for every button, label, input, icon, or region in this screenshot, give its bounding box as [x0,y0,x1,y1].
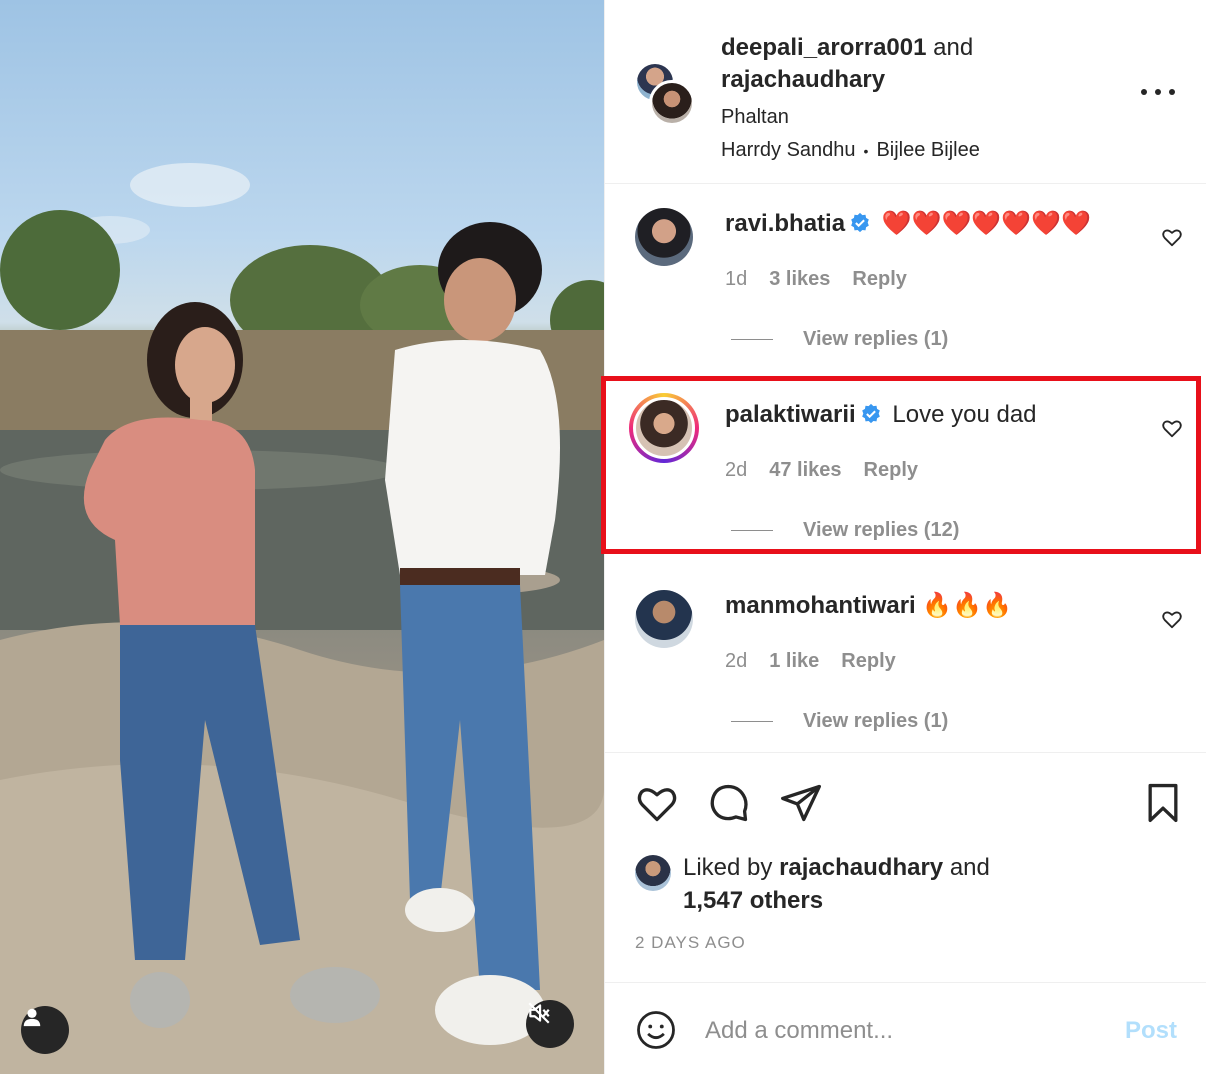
comment-input[interactable] [705,1011,1105,1051]
reply-button[interactable]: Reply [852,268,906,291]
avatar[interactable] [635,855,671,891]
reel-video[interactable] [0,0,604,1074]
owner-username-link[interactable]: rajachaudhary [721,66,885,93]
tagged-users-button[interactable] [21,1006,69,1054]
liked-by-summary: Liked by rajachaudhary and 1,547 others [635,851,990,917]
comment-text: 🔥🔥🔥 [922,592,1013,619]
more-options-button[interactable] [1141,78,1175,106]
divider [731,530,773,531]
divider [731,339,773,340]
comment-username[interactable]: manmohantiwari [725,592,916,619]
more-dot [1141,89,1147,95]
comment-time[interactable]: 1d [725,268,747,291]
heart-icon[interactable] [1161,417,1183,439]
comment-item: ravi.bhatia ❤️❤️❤️❤️❤️❤️❤️ 1d 3 likes Re… [605,190,1206,380]
location-link[interactable]: Phaltan [721,106,1121,129]
avatar[interactable] [635,590,693,648]
post-side-panel: deepali_arorra001 and rajachaudhary Phal… [601,0,1206,1074]
emoji-icon[interactable] [635,1009,677,1051]
comment-meta: 2d 1 like Reply [725,650,896,673]
comment-likes[interactable]: 47 likes [769,459,841,482]
audio-info: Harrdy Sandhu • Bijlee Bijlee [721,139,1121,162]
reply-button[interactable]: Reply [841,650,895,673]
comment-likes[interactable]: 3 likes [769,268,830,291]
verified-badge-icon [851,212,869,233]
more-dot [1155,89,1161,95]
comment-body: ravi.bhatia ❤️❤️❤️❤️❤️❤️❤️ [725,208,1145,240]
audio-artist-link[interactable]: Harrdy Sandhu [721,139,856,162]
view-replies-label: View replies (1) [803,710,949,732]
liked-by-prefix: Liked by [683,854,773,881]
collab-avatars[interactable] [635,62,699,126]
verified-badge-icon [861,403,880,424]
view-replies-button[interactable]: View replies (12) [731,519,959,542]
view-replies-label: View replies (1) [803,328,949,350]
view-replies-label: View replies (12) [803,519,960,541]
comment-meta: 2d 47 likes Reply [725,459,918,482]
comment-item: palaktiwarii Love you dad 2d 47 likes Re… [605,381,1206,571]
avatar[interactable] [635,208,693,266]
person-icon [23,1008,41,1027]
post-owner-info: deepali_arorra001 and rajachaudhary Phal… [721,32,1121,162]
liked-by-and: and [949,854,990,881]
reply-button[interactable]: Reply [864,459,918,482]
heart-icon[interactable] [1161,226,1183,248]
more-dot [1169,89,1175,95]
comment-meta: 1d 3 likes Reply [725,268,907,291]
comment-text: Love you dad [892,401,1037,428]
comment-likes[interactable]: 1 like [769,650,819,673]
save-bookmark-icon[interactable] [1141,781,1185,825]
comment-text: ❤️❤️❤️❤️❤️❤️❤️ [881,210,1091,237]
heart-icon[interactable] [1161,608,1183,630]
avatar[interactable] [649,80,695,126]
view-replies-button[interactable]: View replies (1) [731,328,948,351]
post-timestamp[interactable]: 2 DAYS AGO [635,933,746,953]
story-avatar[interactable] [629,393,699,463]
comment-username[interactable]: ravi.bhatia [725,210,845,237]
liked-by-user-link[interactable]: rajachaudhary [779,854,943,881]
comment-username[interactable]: palaktiwarii [725,401,856,428]
mute-button[interactable] [526,1000,574,1048]
share-paper-plane-icon[interactable] [779,781,823,825]
speaker-muted-icon [528,1002,550,1024]
comment-time[interactable]: 2d [725,459,747,482]
comment-item: manmohantiwari 🔥🔥🔥 2d 1 like Reply View … [605,572,1206,762]
like-heart-icon[interactable] [635,781,679,825]
post-comment-button[interactable]: Post [1125,1017,1177,1045]
divider [731,721,773,722]
owner-username-link[interactable]: deepali_arorra001 [721,34,926,61]
comment-bubble-icon[interactable] [707,781,751,825]
post-owners: deepali_arorra001 and rajachaudhary [721,32,1121,96]
comment-body: palaktiwarii Love you dad [725,399,1145,431]
likes-count-link[interactable]: 1,547 others [683,887,823,914]
avatar [633,397,695,459]
audio-track-link[interactable]: Bijlee Bijlee [876,139,979,162]
comment-body: manmohantiwari 🔥🔥🔥 [725,590,1145,622]
comment-time[interactable]: 2d [725,650,747,673]
post-header: deepali_arorra001 and rajachaudhary Phal… [605,0,1206,184]
add-comment-bar: Post [605,982,1206,1074]
view-replies-button[interactable]: View replies (1) [731,710,948,733]
video-frame [0,163,604,1074]
audio-separator: • [863,142,869,159]
liked-by-text: Liked by rajachaudhary and 1,547 others [683,851,990,917]
post-actions: Liked by rajachaudhary and 1,547 others … [605,752,1206,982]
owner-connector: and [933,34,974,61]
